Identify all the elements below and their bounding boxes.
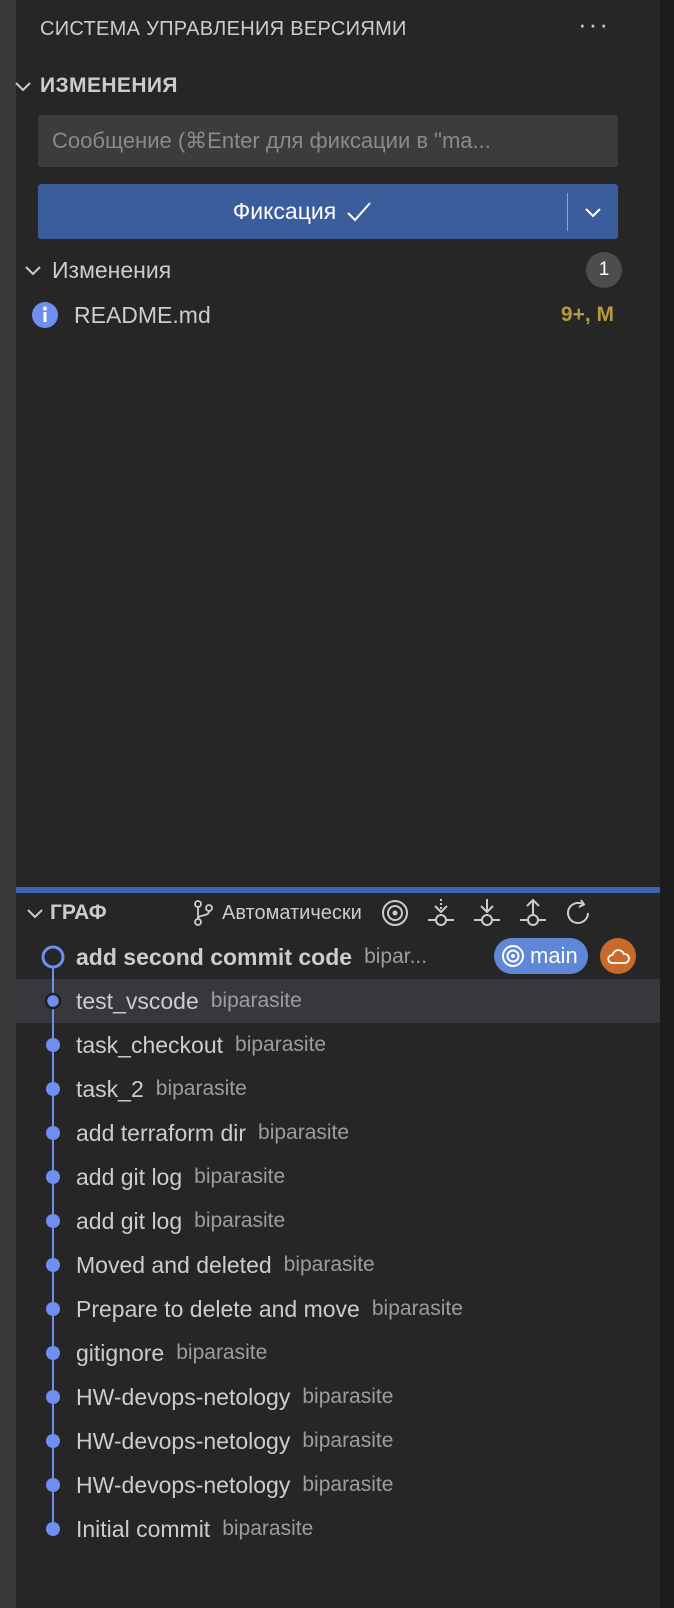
commit-message: Moved and deleted <box>76 1251 272 1278</box>
graph-node <box>16 1463 76 1507</box>
commit-author: biparasite <box>235 1033 327 1056</box>
chevron-down-icon <box>585 207 601 217</box>
changes-section-header[interactable]: ИЗМЕНЕНИЯ <box>8 66 628 106</box>
commit-row[interactable]: Moved and deleted biparasite <box>16 1243 660 1287</box>
commit-author: biparasite <box>155 1077 247 1100</box>
graph-node <box>16 1199 76 1243</box>
commit-message: add terraform dir <box>76 1119 247 1146</box>
panel-header: СИСТЕМА УПРАВЛЕНИЯ ВЕРСИЯМИ ··· <box>40 10 610 48</box>
commit-graph-list: add second commit code bipar... main tes… <box>16 935 660 1551</box>
panel-title: СИСТЕМА УПРАВЛЕНИЯ ВЕРСИЯМИ <box>40 17 407 40</box>
commit-row[interactable]: add git log biparasite <box>16 1199 660 1243</box>
commit-row[interactable]: gitignore biparasite <box>16 1331 660 1375</box>
pull-icon[interactable] <box>470 896 504 930</box>
refresh-icon[interactable] <box>562 896 596 930</box>
changes-section-title: ИЗМЕНЕНИЯ <box>40 74 178 97</box>
activity-bar-edge <box>0 0 16 1608</box>
commit-row[interactable]: test_vscode biparasite <box>16 979 660 1023</box>
commit-message: test_vscode <box>76 987 199 1014</box>
auto-branch-selector[interactable]: Автоматически <box>222 902 362 925</box>
commit-row[interactable]: HW-devops-netology biparasite <box>16 1419 660 1463</box>
graph-node <box>16 1287 76 1331</box>
info-icon <box>30 300 60 330</box>
commit-message: HW-devops-netology <box>76 1383 291 1410</box>
commit-author: biparasite <box>194 1165 286 1188</box>
commit-message-input[interactable] <box>38 115 618 167</box>
commit-button-label: Фиксация <box>232 198 337 224</box>
commit-author: biparasite <box>210 989 302 1012</box>
commit-author: biparasite <box>176 1341 268 1364</box>
commit-button-group: Фиксация <box>38 184 618 239</box>
commit-row[interactable]: task_2 biparasite <box>16 1067 660 1111</box>
commit-author: biparasite <box>194 1209 286 1232</box>
commit-message: HW-devops-netology <box>76 1427 291 1454</box>
commit-row[interactable]: HW-devops-netology biparasite <box>16 1375 660 1419</box>
file-status: 9+, M <box>560 303 614 326</box>
commit-message: Initial commit <box>76 1515 211 1542</box>
commit-row[interactable]: add git log biparasite <box>16 1155 660 1199</box>
graph-section-divider <box>16 887 660 893</box>
graph-node <box>16 1375 76 1419</box>
graph-node <box>16 979 76 1023</box>
chevron-down-icon <box>8 71 38 101</box>
commit-author: biparasite <box>302 1385 394 1408</box>
commit-message: add git log <box>76 1163 183 1190</box>
graph-node <box>16 1023 76 1067</box>
commit-author: biparasite <box>222 1517 314 1540</box>
commit-row[interactable]: Initial commit biparasite <box>16 1507 660 1551</box>
graph-node <box>16 1419 76 1463</box>
commit-author: biparasite <box>371 1297 463 1320</box>
commit-message: Prepare to delete and move <box>76 1295 360 1322</box>
commit-message: task_checkout <box>76 1031 224 1058</box>
commit-author: biparasite <box>302 1429 394 1452</box>
changed-file-item[interactable]: README.md 9+, M <box>30 294 622 336</box>
graph-node <box>16 1067 76 1111</box>
commit-author: biparasite <box>258 1121 350 1144</box>
commit-message: add second commit code <box>76 943 353 970</box>
more-actions-button[interactable]: ··· <box>578 11 610 37</box>
graph-node <box>16 1331 76 1375</box>
commit-message: task_2 <box>76 1075 144 1102</box>
changes-group-header[interactable]: Изменения 1 <box>22 250 622 290</box>
checkmark-icon <box>346 200 372 224</box>
changes-count-badge: 1 <box>586 252 622 288</box>
commit-row[interactable]: add second commit code bipar... main <box>16 935 660 979</box>
graph-node <box>16 1243 76 1287</box>
graph-node <box>16 1111 76 1155</box>
graph-section-header[interactable]: ГРАФ Автоматически <box>24 895 644 931</box>
panel-edge <box>660 0 674 1608</box>
branch-name: main <box>530 943 578 968</box>
commit-row[interactable]: HW-devops-netology biparasite <box>16 1463 660 1507</box>
commit-message: add git log <box>76 1207 183 1234</box>
commit-message: HW-devops-netology <box>76 1471 291 1498</box>
commit-author: bipar... <box>364 945 428 968</box>
graph-node <box>16 935 76 979</box>
push-icon[interactable] <box>516 896 550 930</box>
target-icon <box>502 945 524 967</box>
commit-author: biparasite <box>302 1473 394 1496</box>
target-icon[interactable] <box>378 896 412 930</box>
graph-node <box>16 1507 76 1551</box>
chevron-down-icon <box>22 259 44 281</box>
commit-options-dropdown[interactable] <box>568 184 618 239</box>
commit-message: gitignore <box>76 1339 165 1366</box>
git-branch-icon[interactable] <box>192 899 214 927</box>
commit-button[interactable]: Фиксация <box>38 184 567 239</box>
file-name: README.md <box>74 301 211 328</box>
commit-row[interactable]: add terraform dir biparasite <box>16 1111 660 1155</box>
branch-badge[interactable]: main <box>494 938 588 974</box>
commit-row[interactable]: Prepare to delete and move biparasite <box>16 1287 660 1331</box>
commit-row[interactable]: task_checkout biparasite <box>16 1023 660 1067</box>
changes-group-label: Изменения <box>52 256 172 283</box>
fetch-icon[interactable] <box>424 896 458 930</box>
graph-node <box>16 1155 76 1199</box>
graph-section-title: ГРАФ <box>50 901 107 924</box>
graph-toolbar: Автоматически <box>192 895 608 931</box>
chevron-down-icon <box>24 902 46 924</box>
cloud-icon <box>600 938 636 974</box>
commit-author: biparasite <box>283 1253 375 1276</box>
